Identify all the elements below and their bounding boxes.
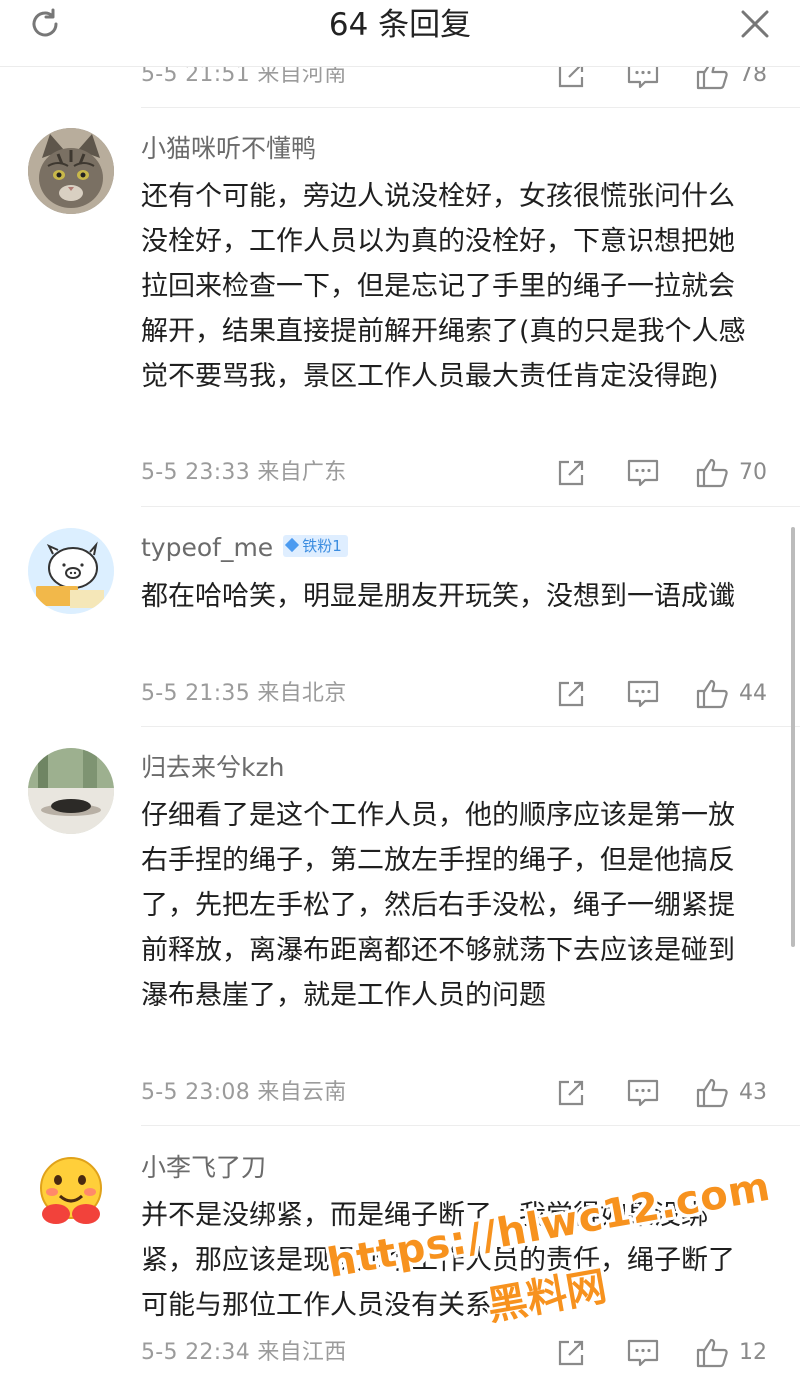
- like-count: 70: [739, 460, 767, 485]
- comment-text: 还有个可能，旁边人说没栓好，女孩很慌张问什么没栓好，工作人员以为真的没栓好，下意…: [141, 181, 746, 392]
- divider: [141, 1125, 800, 1126]
- reply-header: 64 条回复: [0, 0, 800, 67]
- username[interactable]: 归去来兮kzh: [141, 751, 284, 785]
- thumbs-up-icon: [696, 1078, 728, 1108]
- comment-text: 都在哈哈笑，明显是朋友开玩笑，没想到一语成谶: [141, 581, 735, 612]
- username-text[interactable]: typeof_me: [141, 533, 273, 562]
- like-count: 12: [739, 1340, 767, 1365]
- avatar[interactable]: [28, 128, 114, 214]
- comment-button[interactable]: [626, 1077, 660, 1109]
- close-button[interactable]: [737, 6, 773, 42]
- comment-icon: [627, 1339, 659, 1367]
- like-count: 43: [739, 1080, 767, 1105]
- fan-badge-label: 铁粉1: [302, 537, 342, 555]
- like-button[interactable]: 70: [695, 457, 775, 489]
- username[interactable]: typeof_me 铁粉1: [141, 531, 348, 565]
- share-button[interactable]: [555, 1337, 587, 1369]
- thumbs-up-icon: [696, 1338, 728, 1368]
- fan-badge: 铁粉1: [283, 535, 348, 557]
- diamond-icon: [285, 537, 300, 553]
- pig-avatar-image: [28, 528, 114, 614]
- avatar[interactable]: [28, 748, 114, 834]
- like-button[interactable]: 44: [695, 678, 775, 710]
- comment-meta-row: 5-5 23:33 来自广东 70: [0, 453, 800, 493]
- comment-meta-row: 5-5 21:35 来自北京 44: [0, 674, 800, 714]
- comment-button[interactable]: [626, 457, 660, 489]
- emoji-avatar-image: [28, 1148, 114, 1234]
- like-button[interactable]: 43: [695, 1077, 775, 1109]
- comment-feed: 5-5 21:51 来自河南 78 小猫咪听不懂鸭 还有个可能，旁边人说没栓好，…: [0, 0, 800, 1368]
- comment-icon: [627, 680, 659, 708]
- comment-meta-row: 5-5 23:08 来自云南 43: [0, 1073, 800, 1113]
- username[interactable]: 小李飞了刀: [141, 1151, 266, 1185]
- username[interactable]: 小猫咪听不懂鸭: [141, 132, 316, 166]
- comment-icon: [627, 1079, 659, 1107]
- share-icon: [558, 1340, 584, 1366]
- divider: [141, 107, 800, 108]
- scrollbar[interactable]: [791, 527, 795, 947]
- like-count: 44: [739, 681, 767, 706]
- share-button[interactable]: [555, 678, 587, 710]
- comment-button[interactable]: [626, 678, 660, 710]
- avatar[interactable]: [28, 528, 114, 614]
- landscape-avatar-image: [28, 748, 114, 834]
- thumbs-up-icon: [696, 458, 728, 488]
- comment-text: 仔细看了是这个工作人员，他的顺序应该是第一放右手捏的绳子，第二放左手捏的绳子，但…: [141, 800, 735, 1011]
- like-button[interactable]: 12: [695, 1337, 775, 1369]
- share-icon: [558, 681, 584, 707]
- comment-time: 5-5 23:33 来自广东: [141, 460, 347, 485]
- comment-time: 5-5 23:08 来自云南: [141, 1080, 347, 1105]
- comment-text: 并不是没绑紧，而是绳子断了，我觉得如果没绑紧，那应该是现场那个工作人员的责任，绳…: [141, 1200, 735, 1321]
- comment-meta-row: 5-5 22:34 来自江西 12: [0, 1333, 800, 1373]
- comment-icon: [627, 459, 659, 487]
- page-title: 64 条回复: [328, 7, 472, 43]
- share-icon: [558, 460, 584, 486]
- share-button[interactable]: [555, 1077, 587, 1109]
- divider: [141, 506, 800, 507]
- divider: [141, 726, 800, 727]
- comment-time: 5-5 21:35 来自北京: [141, 681, 347, 706]
- comment-button[interactable]: [626, 1337, 660, 1369]
- share-icon: [558, 1080, 584, 1106]
- share-button[interactable]: [555, 457, 587, 489]
- cat-avatar-image: [28, 128, 114, 214]
- close-icon: [741, 10, 769, 38]
- avatar[interactable]: [28, 1148, 114, 1234]
- thumbs-up-icon: [696, 679, 728, 709]
- comment-time: 5-5 22:34 来自江西: [141, 1340, 347, 1365]
